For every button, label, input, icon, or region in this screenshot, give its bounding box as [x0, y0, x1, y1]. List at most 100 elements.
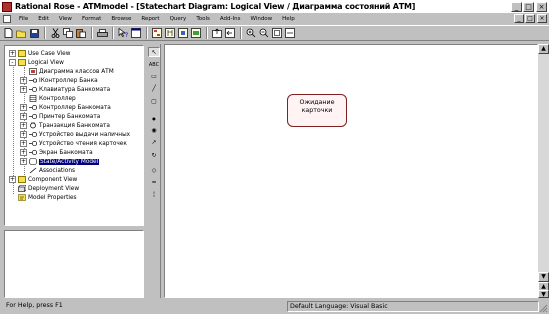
context-help-icon[interactable]: ? — [117, 27, 129, 39]
paste-icon[interactable] — [75, 27, 87, 39]
expand-toggle[interactable]: + — [20, 140, 27, 147]
browse-interaction-diagram-icon[interactable] — [164, 27, 176, 39]
swimlane-tool[interactable]: ¦ — [148, 190, 160, 200]
save-icon[interactable] — [28, 27, 40, 39]
tree-node-label: Экран Банкомата — [39, 149, 93, 156]
anchor-note-tool[interactable]: ╱ — [148, 84, 160, 94]
print-icon[interactable] — [96, 27, 108, 39]
tree-node-transaction[interactable]: + Транзакция Банкомата — [20, 121, 110, 130]
browse-parent-icon[interactable] — [211, 27, 223, 39]
fit-in-window-icon[interactable] — [271, 27, 283, 39]
menu-edit[interactable]: Edit — [33, 16, 54, 22]
tree-node-screen[interactable]: + Экран Банкомата — [20, 148, 93, 157]
self-transition-tool[interactable]: ↻ — [148, 151, 160, 161]
expand-toggle[interactable]: + — [20, 104, 27, 111]
menu-window[interactable]: Window — [245, 16, 277, 22]
browse-component-diagram-icon[interactable] — [177, 27, 189, 39]
copy-icon[interactable] — [62, 27, 74, 39]
new-icon[interactable] — [2, 27, 14, 39]
tree-node-component-view[interactable]: + Component View — [9, 175, 77, 184]
tree-node-state-activity-model[interactable]: + State/Activity Model — [20, 157, 100, 166]
expand-toggle[interactable]: + — [20, 158, 27, 165]
state-waiting-for-card[interactable]: Ожидание карточки — [287, 94, 347, 127]
expand-toggle[interactable]: + — [20, 149, 27, 156]
page-down-button[interactable]: ▼ — [538, 290, 549, 298]
doc-minimize-button[interactable]: _ — [514, 14, 524, 23]
state-model-icon — [29, 158, 37, 165]
state-name-line: карточки — [301, 107, 333, 114]
class-icon — [29, 140, 38, 147]
svg-text:?: ? — [125, 32, 128, 38]
tree-node-label: Клавиатура Банкомата — [39, 86, 111, 93]
maximize-button[interactable]: □ — [523, 1, 534, 12]
state-tool[interactable]: ▢ — [148, 97, 160, 107]
tree-node-deployment-view[interactable]: Deployment View — [18, 184, 79, 193]
menu-query[interactable]: Query — [165, 16, 192, 22]
document-system-icon[interactable] — [3, 15, 11, 23]
menu-file[interactable]: File — [14, 16, 33, 22]
menu-format[interactable]: Format — [77, 16, 106, 22]
expand-toggle[interactable]: + — [20, 86, 27, 93]
tree-node-use-case-view[interactable]: + Use Case View — [9, 49, 70, 58]
folder-icon — [18, 50, 26, 57]
doc-close-button[interactable]: × — [537, 14, 547, 23]
browse-class-diagram-icon[interactable] — [151, 27, 163, 39]
tree-node-atm-controller[interactable]: + Контроллер Банкомата — [20, 103, 111, 112]
decision-tool[interactable]: ◇ — [148, 166, 160, 176]
tree-node-logical-view[interactable]: - Logical View — [9, 58, 64, 67]
menu-view[interactable]: View — [54, 16, 77, 22]
end-state-tool[interactable]: ◉ — [148, 126, 160, 136]
browse-deployment-diagram-icon[interactable] — [190, 27, 202, 39]
tree-node-label: Принтер Банкомата — [39, 113, 101, 120]
resize-grip-icon[interactable] — [539, 304, 548, 313]
expand-toggle[interactable]: + — [9, 176, 16, 183]
class-icon — [29, 104, 38, 111]
model-browser-tree[interactable]: + Use Case View - Logical View Диаграмма… — [4, 45, 144, 226]
open-icon[interactable] — [15, 27, 27, 39]
scroll-down-button[interactable]: ▼ — [538, 272, 549, 282]
menu-tools[interactable]: Tools — [191, 16, 215, 22]
vertical-scrollbar[interactable]: ▲ ▼ ▲ ▼ — [538, 44, 549, 298]
tree-node-card-reader[interactable]: + Устройство чтения карточек — [20, 139, 127, 148]
sync-tool[interactable]: ━ — [148, 178, 160, 188]
menu-report[interactable]: Report — [136, 16, 164, 22]
transition-tool[interactable]: ↗ — [148, 138, 160, 148]
menu-browse[interactable]: Browse — [106, 16, 136, 22]
text-tool[interactable]: ABC — [148, 60, 160, 70]
minimize-button[interactable]: _ — [511, 1, 522, 12]
doc-restore-button[interactable]: □ — [525, 14, 535, 23]
tree-node-label: Logical View — [28, 59, 64, 66]
menu-add-ins[interactable]: Add-Ins — [215, 16, 246, 22]
zoom-out-icon[interactable] — [258, 27, 270, 39]
tree-node-associations[interactable]: Associations — [29, 166, 75, 175]
expand-toggle[interactable]: + — [9, 50, 16, 57]
cut-icon[interactable] — [49, 27, 61, 39]
tree-node-bank-controller-interface[interactable]: + IКонтроллер Банка — [20, 76, 98, 85]
view-doc-icon[interactable] — [130, 27, 142, 39]
close-button[interactable]: × — [536, 1, 547, 12]
collapse-toggle[interactable]: - — [9, 59, 16, 66]
tree-node-label: Контроллер — [39, 95, 76, 102]
tree-node-cash-dispenser[interactable]: + Устройство выдачи наличных — [20, 130, 130, 139]
scroll-up-button[interactable]: ▲ — [538, 44, 549, 54]
selection-tool[interactable]: ↖ — [148, 47, 160, 57]
menu-help[interactable]: Help — [277, 16, 300, 22]
start-state-tool[interactable]: ● — [148, 114, 160, 124]
tree-node-printer[interactable]: + Принтер Банкомата — [20, 112, 100, 121]
tree-node-class-diagram[interactable]: Диаграмма классов АТМ — [29, 67, 114, 76]
tree-node-keyboard[interactable]: + Клавиатура Банкомата — [20, 85, 110, 94]
tree-node-model-properties[interactable]: Model Properties — [18, 193, 77, 202]
expand-toggle[interactable]: + — [20, 131, 27, 138]
browse-previous-icon[interactable] — [224, 27, 236, 39]
zoom-in-icon[interactable] — [245, 27, 257, 39]
documentation-window[interactable] — [4, 230, 144, 298]
rational-rose-app-icon[interactable] — [2, 1, 12, 12]
note-tool[interactable]: ▭ — [148, 72, 160, 82]
expand-toggle[interactable]: + — [20, 122, 27, 129]
expand-toggle[interactable]: + — [20, 77, 27, 84]
expand-toggle[interactable]: + — [20, 113, 27, 120]
undo-fit-icon[interactable] — [284, 27, 296, 39]
class-icon — [29, 113, 38, 120]
statechart-diagram-canvas[interactable]: Ожидание карточки — [164, 44, 538, 298]
tree-node-controller[interactable]: Контроллер — [29, 94, 76, 103]
